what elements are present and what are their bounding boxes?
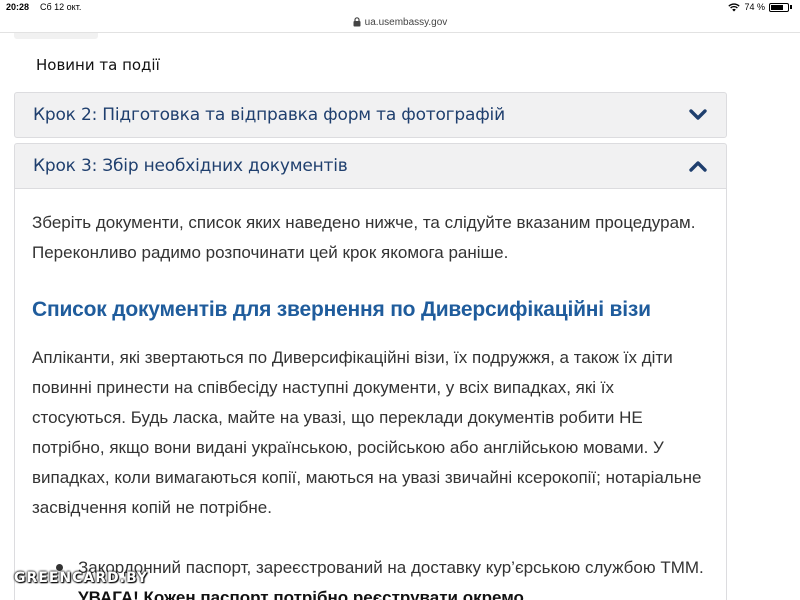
list-item: Закордонний паспорт, зареєстрований на д…	[56, 553, 716, 600]
accordion-step-2[interactable]: Крок 2: Підготовка та відправка форм та …	[14, 92, 727, 138]
battery-tip	[790, 5, 792, 9]
battery-percent: 74 %	[744, 2, 765, 12]
intro-paragraph: Зберіть документи, список яких наведено …	[32, 213, 696, 262]
accordion-step-3[interactable]: Крок 3: Збір необхідних документів	[14, 143, 727, 189]
accordion-step-2-title: Крок 2: Підготовка та відправка форм та …	[33, 105, 505, 125]
step-number: 2	[80, 105, 92, 125]
step-title: : Підготовка та відправка форм та фотогр…	[91, 105, 506, 125]
section-title: Список документів для звернення по Дивер…	[32, 298, 651, 321]
status-date: Сб 12 окт.	[40, 2, 82, 12]
step-label: Крок	[33, 105, 76, 125]
menu-stub	[14, 33, 98, 39]
chevron-down-icon[interactable]	[688, 105, 708, 125]
step-title: : Збір необхідних документів	[91, 156, 348, 176]
accordion-step-3-title: Крок 3: Збір необхідних документів	[33, 156, 348, 176]
url-text: ua.usembassy.gov	[364, 16, 448, 28]
documents-list: Закордонний паспорт, зареєстрований на д…	[56, 553, 716, 600]
watermark: GREENCARD.BY	[14, 570, 148, 586]
step-number: 3	[80, 156, 92, 176]
toolbar-divider	[0, 32, 800, 33]
chevron-up-icon[interactable]	[688, 156, 708, 176]
status-time: 20:28	[6, 2, 30, 12]
battery-icon	[769, 2, 789, 12]
wifi-icon	[728, 2, 741, 11]
status-indicators: 74 %	[728, 2, 792, 12]
body-paragraph: Апліканти, які звертаються по Диверсифік…	[32, 348, 702, 517]
lock-icon	[353, 17, 361, 27]
news-events-link[interactable]: Новини та події	[36, 56, 160, 74]
address-bar[interactable]: ua.usembassy.gov	[0, 12, 800, 32]
list-item-text: Закордонний паспорт, зареєстрований на д…	[78, 558, 704, 577]
battery-fill	[771, 4, 783, 10]
step-label: Крок	[33, 156, 76, 176]
list-item-warning: УВАГА! Кожен паспорт потрібно реєструват…	[78, 588, 524, 600]
